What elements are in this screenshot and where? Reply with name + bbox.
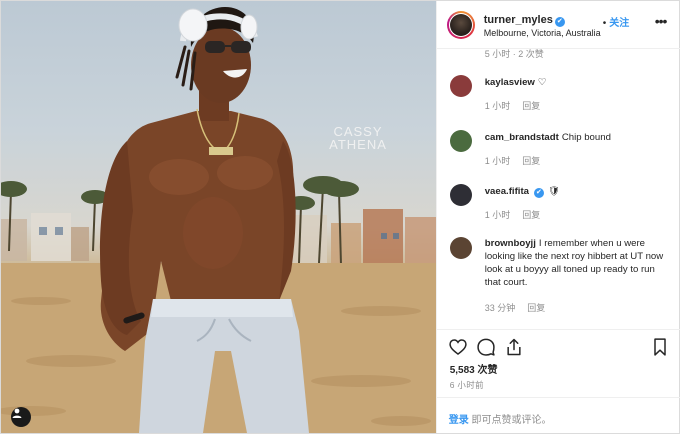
comment-meta: 1 小时 回复 [485,208,541,221]
clipped-comment-meta: 5 小时 · 2 次赞 [484,49,544,59]
comment-meta: 1 小时 回复 [485,99,541,112]
comments-list[interactable]: 5 小时 · 2 次赞 kaylasview ♡ 1 小时 回复 cam_brand… [437,49,680,329]
comment-icon [477,338,495,356]
reply-button[interactable]: 回复 [522,156,540,166]
save-button[interactable] [649,336,671,358]
share-icon [507,338,521,356]
likes-count[interactable]: 5,583 次赞 [450,361,498,376]
comment-text: 🛡 [547,186,561,197]
instagram-post-window: CASSY ATHENA turner_myles ✔ • 关注 Melbourne… [0,0,680,434]
comment-time: 1 小时 [484,210,511,220]
comment-meta: 33 分钟 回复 [485,301,546,314]
comment-text: ♡ [537,77,547,88]
author-username-row: turner_myles ✔ [484,14,565,27]
bookmark-icon [653,338,666,356]
login-prompt-bar: 登录 即可点赞或评论。 [436,397,680,433]
comment-body: brownboyjj I remember when u were looking… [485,237,667,289]
tagged-users-button[interactable] [11,407,31,427]
comment-text: Chip bound [561,132,611,143]
login-prompt: 登录 即可点赞或评论。 [449,411,552,426]
user-icon [12,408,22,418]
comment-avatar[interactable] [449,130,472,152]
comment-avatar[interactable] [449,75,472,97]
like-button[interactable] [447,336,469,358]
verified-badge-icon: ✔ [554,17,565,27]
comment-time: 1 小时 [484,101,511,111]
more-options-button[interactable]: ••• [655,13,668,29]
photo-watermark: CASSY ATHENA [327,125,389,151]
comment-body: vaea.fifita ✔ 🛡 [485,185,667,198]
post-actions-bar [436,329,680,364]
comment-body: cam_brandstadt Chip bound [485,131,667,144]
post-side-panel: turner_myles ✔ • 关注 Melbourne, Victoria, A… [435,1,680,433]
comment-button[interactable] [475,336,497,358]
author-username[interactable]: turner_myles [484,14,553,26]
post-location[interactable]: Melbourne, Victoria, Australia [484,28,601,38]
comment-username[interactable]: vaea.fifita [485,186,529,197]
comment-username[interactable]: cam_brandstadt [485,132,559,143]
author-avatar[interactable] [446,11,475,39]
verified-badge-icon: ✔ [533,188,544,198]
comment-time: 1 小时 [484,156,511,166]
login-link[interactable]: 登录 [449,415,469,426]
reply-button[interactable]: 回复 [522,101,540,111]
comment-avatar[interactable] [449,237,472,259]
follow-button[interactable]: • 关注 [603,14,630,29]
comment-username[interactable]: kaylasview [485,77,535,88]
comment-username[interactable]: brownboyjj [485,238,536,249]
post-photo[interactable]: CASSY ATHENA [1,1,436,433]
comment-meta: 1 小时 回复 [485,154,541,167]
post-timestamp[interactable]: 6 小时前 [450,379,484,391]
post-header: turner_myles ✔ • 关注 Melbourne, Victoria, A… [436,1,680,49]
follow-label: 关注 [609,18,630,29]
reply-button[interactable]: 回复 [522,210,540,220]
comment-avatar[interactable] [449,184,472,206]
reply-button[interactable]: 回复 [527,303,545,313]
share-button[interactable] [503,336,525,358]
photo-illustration [1,7,436,433]
comment-body: kaylasview ♡ [485,76,667,89]
login-suffix: 即可点赞或评论。 [468,415,552,426]
comment-time: 33 分钟 [484,303,516,313]
heart-icon [449,339,467,356]
watermark-line-2: ATHENA [329,137,387,152]
